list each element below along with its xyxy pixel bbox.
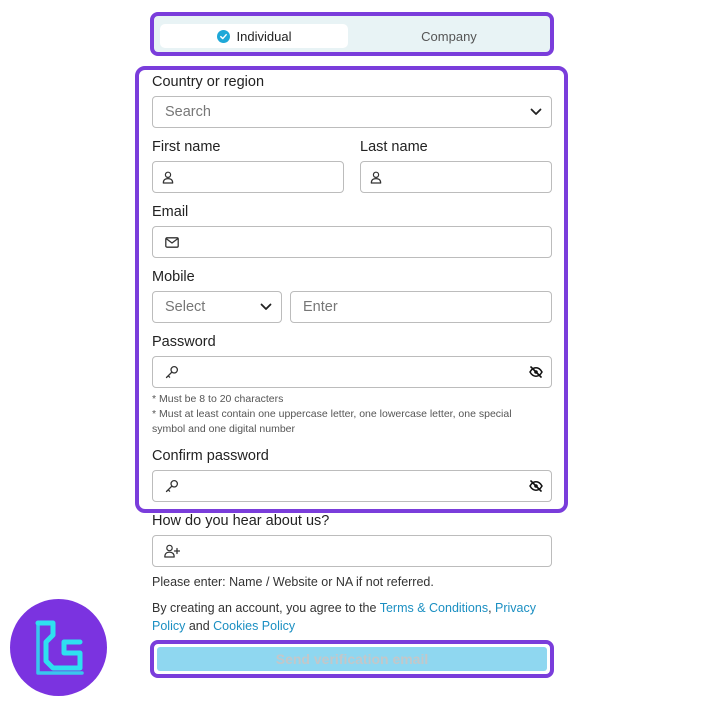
check-circle-icon: [216, 29, 230, 43]
email-field[interactable]: [152, 226, 552, 258]
terms-prefix: By creating an account, you agree to the: [152, 601, 380, 615]
mobile-code-placeholder: Select: [165, 299, 206, 315]
tab-company[interactable]: Company: [354, 24, 544, 48]
mobile-number-field[interactable]: Enter: [290, 291, 552, 323]
brand-logo: [10, 599, 107, 696]
mail-icon: [164, 235, 180, 249]
password-field[interactable]: [152, 356, 552, 388]
terms-conditions-link[interactable]: Terms & Conditions: [380, 601, 488, 615]
password-hint-complexity: * Must at least contain one uppercase le…: [152, 408, 512, 435]
tab-individual-label: Individual: [236, 28, 292, 44]
tab-individual[interactable]: Individual: [160, 24, 348, 48]
referral-label: How do you hear about us?: [152, 513, 330, 529]
email-label: Email: [152, 204, 189, 220]
first-name-label: First name: [152, 139, 221, 155]
mobile-number-placeholder: Enter: [303, 299, 338, 315]
country-select[interactable]: Search: [152, 96, 552, 128]
eye-off-icon[interactable]: [527, 478, 545, 494]
terms-comma: ,: [488, 601, 496, 615]
country-placeholder: Search: [165, 104, 211, 120]
country-label: Country or region: [152, 74, 265, 90]
password-label: Password: [152, 334, 216, 350]
terms-text: By creating an account, you agree to the…: [152, 599, 552, 635]
terms-and: and: [185, 619, 214, 633]
cookies-policy-link[interactable]: Cookies Policy: [213, 619, 295, 633]
confirm-password-label: Confirm password: [152, 448, 269, 464]
first-name-field[interactable]: [152, 161, 344, 193]
send-verification-email-button[interactable]: Send verification email: [157, 647, 547, 671]
key-icon: [164, 478, 180, 494]
key-icon: [164, 364, 180, 380]
password-hint-length: * Must be 8 to 20 characters: [152, 393, 284, 405]
last-name-field[interactable]: [360, 161, 552, 193]
account-type-tabs: Individual Company: [150, 12, 554, 56]
confirm-password-field[interactable]: [152, 470, 552, 502]
mobile-label: Mobile: [152, 269, 195, 285]
referral-field[interactable]: [152, 535, 552, 567]
chevron-down-icon: [528, 105, 544, 119]
tab-company-label: Company: [421, 28, 477, 44]
user-plus-icon: [163, 543, 181, 559]
submit-highlight: Send verification email: [150, 640, 554, 678]
eye-off-icon[interactable]: [527, 364, 545, 380]
user-icon: [161, 170, 175, 184]
last-name-label: Last name: [360, 139, 428, 155]
form-highlight: [135, 66, 568, 513]
chevron-down-icon: [258, 300, 274, 314]
referral-hint: Please enter: Name / Website or NA if no…: [152, 575, 434, 589]
user-icon: [369, 170, 383, 184]
